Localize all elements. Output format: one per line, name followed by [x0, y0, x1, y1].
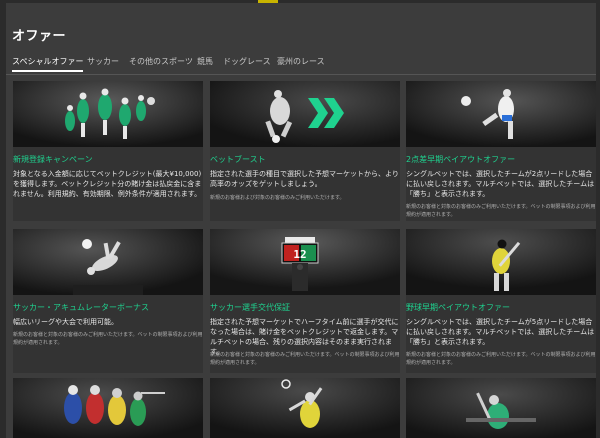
tab-other-sports[interactable]: その他のスポーツ: [129, 56, 193, 67]
offer-tabs: スペシャルオファー サッカー その他のスポーツ 競馬 ドッグレース 豪州のレース: [6, 53, 596, 75]
offer-terms: 新規のお客様と対象のお客様のみご利用いただけます。ベットの制限事項および利用規約…: [406, 352, 596, 366]
offer-title[interactable]: 野球早期ペイアウトオファー: [406, 302, 510, 313]
offer-description: シングルベットでは、選択したチームが2点リードした場合に払い戻しされます。マルチ…: [406, 170, 595, 198]
offer-title[interactable]: 新規登録キャンペーン: [13, 154, 93, 165]
offer-terms: 新規のお客様と対象のお客様のみご利用いただけます。ベットの制限事項および利用規約…: [406, 204, 596, 218]
tab-special-offers[interactable]: スペシャルオファー: [12, 56, 84, 72]
substitution-board-image: 12: [210, 229, 400, 295]
offer-title[interactable]: 2点差早期ペイアウトオファー: [406, 154, 515, 165]
offer-description: 指定された選手の種目で選択した予想マーケットから、より高率のオッズをゲットしまし…: [210, 170, 399, 188]
offer-description: 対象となる入金額に応じてベットクレジット(最大¥10,000)を獲得します。ベッ…: [13, 170, 202, 198]
offer-description: 幅広いリーグや大会で利用可能。: [13, 318, 118, 326]
tab-dog-racing[interactable]: ドッグレース: [223, 56, 271, 67]
offer-card-golf[interactable]: [406, 378, 596, 438]
offer-card-acca-bonus[interactable]: サッカー・アキュムレーターボーナス 幅広いリーグや大会で利用可能。 新規のお客様…: [13, 229, 203, 373]
offer-card-new-signup[interactable]: 新規登録キャンペーン 対象となる入金額に応じてベットクレジット(最大¥10,00…: [13, 81, 203, 221]
golf-player-image: [406, 378, 596, 438]
tab-soccer[interactable]: サッカー: [87, 56, 119, 67]
tab-horse-racing[interactable]: 競馬: [197, 56, 213, 67]
offer-title[interactable]: ベットブースト: [210, 154, 266, 165]
tab-australian-racing[interactable]: 豪州のレース: [277, 56, 325, 67]
offer-terms: 新規のお客様と対象のお客様のみご利用いただけます。ベットの制限事項および利用規約…: [210, 352, 400, 366]
offer-card-multi-sport[interactable]: [13, 378, 203, 438]
soccer-players-image: [13, 81, 203, 147]
offer-card-two-goal-payout[interactable]: 2点差早期ペイアウトオファー シングルベットでは、選択したチームが2点リードした…: [406, 81, 596, 221]
offer-card-substitution[interactable]: 12 サッカー選手交代保証 指定された予想マーケットでハーフタイム前に選手が交代…: [210, 229, 400, 373]
offer-title[interactable]: サッカー・アキュムレーターボーナス: [13, 302, 149, 313]
board-number: 12: [293, 248, 306, 261]
offer-description: シングルベットでは、選択したチームが5点リードした場合に払い戻しされます。マルチ…: [406, 318, 595, 346]
soccer-kick-image: [406, 81, 596, 147]
scrollbar[interactable]: [596, 3, 600, 438]
bicycle-kick-image: [13, 229, 203, 295]
tennis-player-image: [210, 378, 400, 438]
page-title: オファー: [12, 29, 67, 44]
multi-sport-athletes-image: [13, 378, 203, 438]
main-content: オファー スペシャルオファー サッカー その他のスポーツ 競馬 ドッグレース 豪…: [6, 3, 596, 438]
offer-terms: 新規のお客様および対象のお客様のみご利用いただけます。: [210, 195, 345, 201]
offer-terms: 新規のお客様と対象のお客様のみご利用いただけます。ベットの制限事項および利用規約…: [13, 332, 203, 346]
offer-card-bet-boost[interactable]: ベットブースト 指定された選手の種目で選択した予想マーケットから、より高率のオッ…: [210, 81, 400, 221]
offer-card-baseball-payout[interactable]: 野球早期ペイアウトオファー シングルベットでは、選択したチームが5点リードした場…: [406, 229, 596, 373]
bet-boost-image: [210, 81, 400, 147]
baseball-batter-image: [406, 229, 596, 295]
offer-title[interactable]: サッカー選手交代保証: [210, 302, 290, 313]
offer-card-tennis[interactable]: [210, 378, 400, 438]
